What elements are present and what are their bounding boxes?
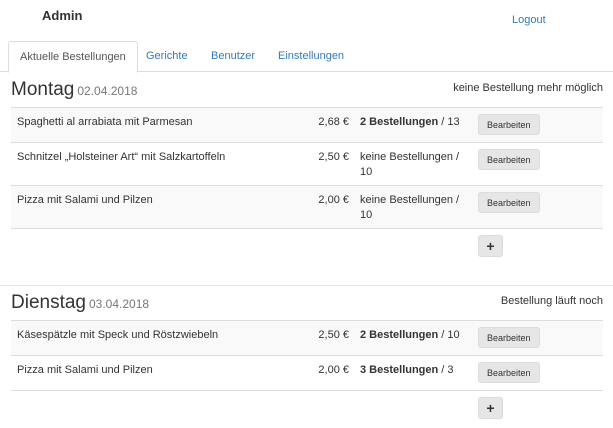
day-name: Montag <box>11 79 75 100</box>
tab-aktuelle-bestellungen[interactable]: Aktuelle Bestellungen <box>8 41 138 73</box>
day-section-montag: Montag 02.04.2018 keine Bestellung mehr m… <box>0 73 613 257</box>
order-count: 2 Bestellungen / 10 <box>360 328 464 343</box>
day-date: 03.04.2018 <box>89 297 150 311</box>
order-count: 2 Bestellungen / 13 <box>360 115 464 130</box>
edit-button[interactable]: Bearbeiten <box>478 149 540 170</box>
orders-table: Käsespätzle mit Speck und Röstzwiebeln 2… <box>11 320 603 391</box>
top-navbar: Admin Logout <box>0 0 613 40</box>
table-row: Pizza mit Salami und Pilzen 2,00 € keine… <box>11 186 603 229</box>
order-count: keine Bestellungen / 10 <box>360 193 464 223</box>
dish-name: Spaghetti al arrabiata mit Parmesan <box>17 116 193 128</box>
day-name: Dienstag <box>11 292 86 313</box>
tab-benutzer[interactable]: Benutzer <box>200 41 266 72</box>
order-count-bold: 2 Bestellungen <box>360 329 439 341</box>
table-row: Käsespätzle mit Speck und Röstzwiebeln 2… <box>11 321 603 356</box>
brand-title: Admin <box>42 8 83 23</box>
order-count-rest: / 10 <box>438 329 460 341</box>
order-count: keine Bestellungen / 10 <box>360 150 464 180</box>
dish-price: 2,50 € <box>318 329 349 341</box>
dish-name: Schnitzel „Holsteiner Art“ mit Salzkarto… <box>17 151 226 163</box>
table-row: Schnitzel „Holsteiner Art“ mit Salzkarto… <box>11 143 603 186</box>
tab-gerichte[interactable]: Gerichte <box>135 41 199 72</box>
dish-price: 2,50 € <box>318 151 349 163</box>
table-row: Spaghetti al arrabiata mit Parmesan 2,68… <box>11 108 603 143</box>
order-count: 3 Bestellungen / 3 <box>360 363 464 378</box>
order-count-rest: / 13 <box>438 116 460 128</box>
day-status: Bestellung läuft noch <box>500 295 603 307</box>
tab-einstellungen[interactable]: Einstellungen <box>267 41 355 72</box>
logout-link[interactable]: Logout <box>512 14 546 26</box>
dish-name: Pizza mit Salami und Pilzen <box>17 194 153 206</box>
edit-button[interactable]: Bearbeiten <box>478 114 540 135</box>
day-status: keine Bestellung mehr möglich <box>453 82 603 94</box>
day-header: Dienstag 03.04.2018 Bestellung läuft noch <box>0 286 613 320</box>
order-count-rest: keine Bestellungen / 10 <box>360 151 460 178</box>
dish-price: 2,68 € <box>318 116 349 128</box>
edit-button[interactable]: Bearbeiten <box>478 192 540 213</box>
order-count-rest: keine Bestellungen / 10 <box>360 194 460 221</box>
add-dish-button[interactable]: + <box>478 235 503 257</box>
dish-price: 2,00 € <box>318 194 349 206</box>
edit-button[interactable]: Bearbeiten <box>478 362 540 383</box>
dish-price: 2,00 € <box>318 364 349 376</box>
edit-button[interactable]: Bearbeiten <box>478 327 540 348</box>
orders-table: Spaghetti al arrabiata mit Parmesan 2,68… <box>11 107 603 229</box>
order-count-bold: 2 Bestellungen <box>360 116 439 128</box>
order-count-rest: / 3 <box>438 364 454 376</box>
day-date: 02.04.2018 <box>77 84 138 98</box>
dish-name: Pizza mit Salami und Pilzen <box>17 364 153 376</box>
table-row: Pizza mit Salami und Pilzen 2,00 € 3 Bes… <box>11 356 603 391</box>
day-section-dienstag: Dienstag 03.04.2018 Bestellung läuft noch… <box>0 286 613 419</box>
tab-bar: Aktuelle Bestellungen Gerichte Benutzer … <box>0 41 613 73</box>
day-header: Montag 02.04.2018 keine Bestellung mehr m… <box>0 73 613 107</box>
dish-name: Käsespätzle mit Speck und Röstzwiebeln <box>17 329 219 341</box>
add-dish-button[interactable]: + <box>478 397 503 419</box>
order-count-bold: 3 Bestellungen <box>360 364 439 376</box>
